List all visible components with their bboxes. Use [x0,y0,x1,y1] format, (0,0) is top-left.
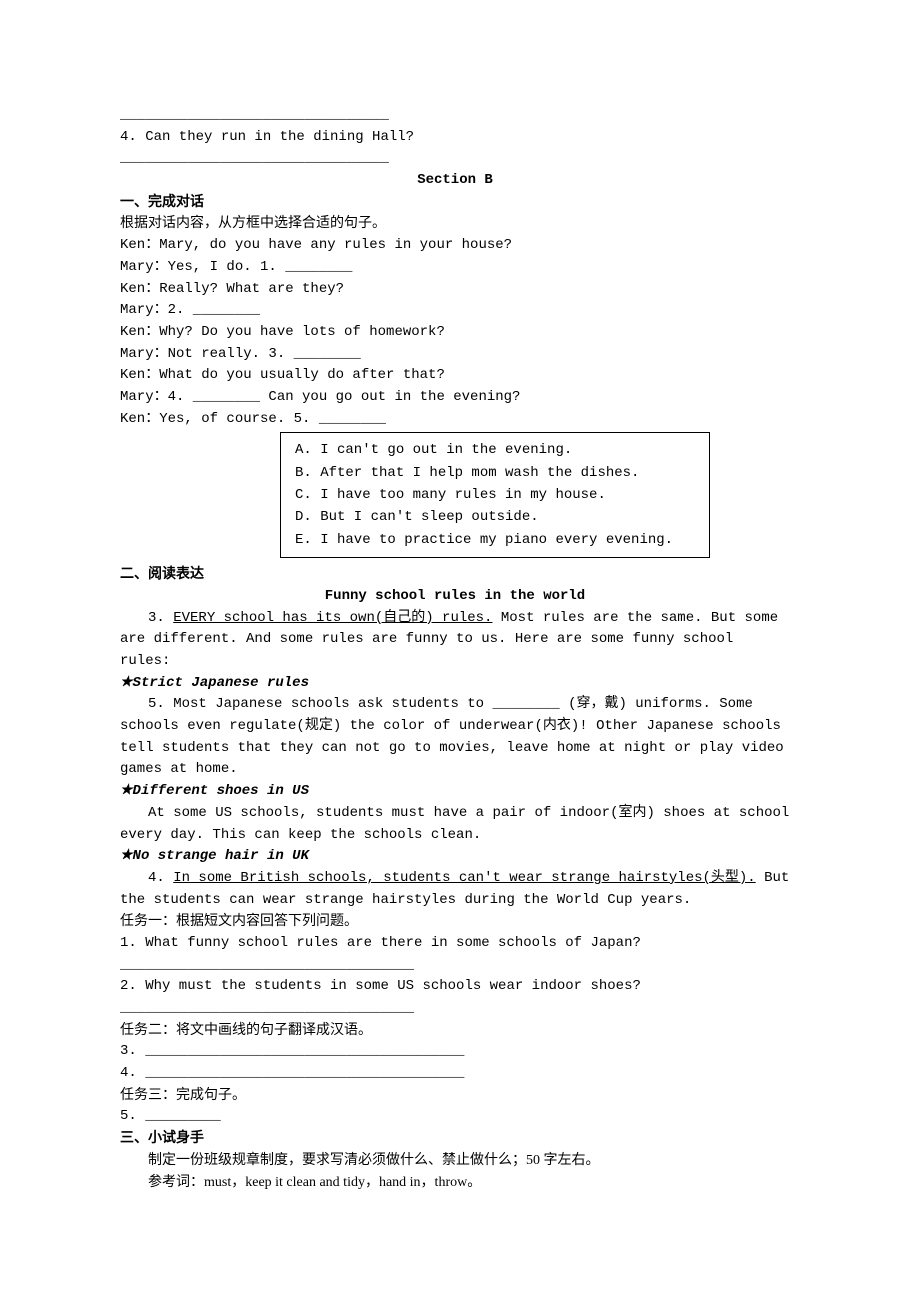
dialog-line-8: Ken：Yes, of course. 5. ________ [120,409,790,431]
task1-blank1: ___________________________________ [120,955,790,977]
option-c: C. I have too many rules in my house. [295,484,695,506]
reading-p1: 3. EVERY school has its own(自己的) rules. … [120,608,790,673]
partB-heading: 二、阅读表达 [120,564,790,586]
task3-label: 任务三：完成句子。 [120,1085,790,1107]
top-blank-2: ________________________________ [120,148,790,170]
option-a: A. I can't go out in the evening. [295,439,695,461]
partA-heading: 一、完成对话 [120,192,790,214]
subhead-japan: ★Strict Japanese rules [120,673,790,695]
subhead-uk: ★No strange hair in UK [120,846,790,868]
task1-blank2: ___________________________________ [120,998,790,1020]
dialog-line-6: Ken：What do you usually do after that? [120,365,790,387]
subhead-us: ★Different shoes in US [120,781,790,803]
dialog-line-2: Ken：Really? What are they? [120,279,790,301]
reading-p3: At some US schools, students must have a… [120,803,790,846]
partA-sub: 根据对话内容，从方框中选择合适的句子。 [120,213,790,235]
option-b: B. After that I help mom wash the dishes… [295,462,695,484]
option-e: E. I have to practice my piano every eve… [295,529,695,551]
options-box: A. I can't go out in the evening. B. Aft… [280,432,710,558]
task2-q4: 4. _____________________________________… [120,1063,790,1085]
task3-q5: 5. _________ [120,1106,790,1128]
p4-pre: 4. [148,870,173,886]
dialog-line-1: Mary：Yes, I do. 1. ________ [120,257,790,279]
reading-p2: 5. Most Japanese schools ask students to… [120,694,790,781]
dialog-line-7: Mary：4. ________ Can you go out in the e… [120,387,790,409]
reading-p4: 4. In some British schools, students can… [120,868,790,911]
partC-line2: 参考词：must，keep it clean and tidy，hand in，… [120,1172,790,1194]
task1-q1: 1. What funny school rules are there in … [120,933,790,955]
dialog-line-0: Ken：Mary, do you have any rules in your … [120,235,790,257]
document-page: ________________________________ 4. Can … [0,0,920,1273]
task1-label: 任务一：根据短文内容回答下列问题。 [120,911,790,933]
dialog-line-5: Mary：Not really. 3. ________ [120,344,790,366]
option-d: D. But I can't sleep outside. [295,506,695,528]
task2-q3: 3. _____________________________________… [120,1041,790,1063]
top-q4: 4. Can they run in the dining Hall? [120,127,790,149]
section-b-title: Section B [120,170,790,192]
top-blank-1: ________________________________ [120,105,790,127]
dialog-line-4: Ken：Why? Do you have lots of homework? [120,322,790,344]
p1-underlined: EVERY school has its own(自己的) rules. [173,610,492,626]
p1-pre: 3. [148,610,173,626]
p4-underlined: In some British schools, students can't … [173,870,756,886]
partC-line1: 制定一份班级规章制度，要求写清必须做什么、禁止做什么；50 字左右。 [120,1150,790,1172]
partC-heading: 三、小试身手 [120,1128,790,1150]
task1-q2: 2. Why must the students in some US scho… [120,976,790,998]
dialog-line-3: Mary：2. ________ [120,300,790,322]
reading-title: Funny school rules in the world [120,586,790,608]
task2-label: 任务二：将文中画线的句子翻译成汉语。 [120,1020,790,1042]
